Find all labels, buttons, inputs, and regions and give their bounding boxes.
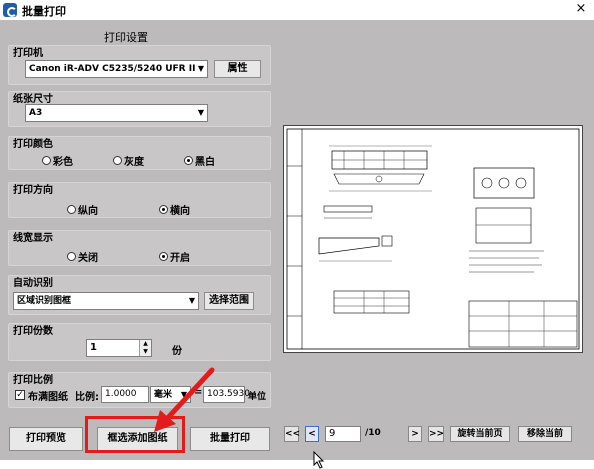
printer-select[interactable]: Canon iR-ADV C5235/5240 UFR II ▼ xyxy=(25,60,208,78)
dialog-body: 打印设置 打印机 Canon iR-ADV C5235/5240 UFR II … xyxy=(0,20,594,469)
cad-drawing-thumbnail xyxy=(286,128,580,350)
color-option-color[interactable]: 彩色 xyxy=(42,153,73,168)
auto-detect-selected: 区域识别图框 xyxy=(17,296,72,306)
copies-label: 打印份数 xyxy=(13,326,53,337)
radio-icon xyxy=(113,156,122,165)
mouse-cursor-icon xyxy=(313,451,325,469)
orientation-label: 打印方向 xyxy=(13,185,53,196)
fit-paper-label: 布满图纸 xyxy=(28,392,68,403)
paper-selected: A3 xyxy=(29,108,43,118)
title-bar: 批量打印 × xyxy=(0,0,594,20)
paper-group: 纸张尺寸 A3 ▼ xyxy=(8,91,271,127)
dropdown-chevron-icon: ▼ xyxy=(197,108,204,117)
radio-selected-icon xyxy=(159,252,168,261)
drawing-preview xyxy=(283,125,583,353)
page-total: /10 xyxy=(365,428,381,438)
printer-selected: Canon iR-ADV C5235/5240 UFR II xyxy=(29,64,196,74)
dropdown-chevron-icon: ▼ xyxy=(197,64,204,73)
ratio-label: 比例: xyxy=(75,392,99,403)
radio-icon xyxy=(67,252,76,261)
auto-detect-select[interactable]: 区域识别图框 ▼ xyxy=(13,292,199,310)
paper-label: 纸张尺寸 xyxy=(13,94,53,105)
copies-group: 打印份数 1 ▲ ▼ 份 xyxy=(8,323,271,361)
select-range-button[interactable]: 选择范围 xyxy=(204,292,254,310)
radio-selected-icon xyxy=(159,205,168,214)
scale-label: 打印比例 xyxy=(13,375,53,386)
spin-arrows-icon[interactable]: ▲ ▼ xyxy=(139,340,151,356)
remove-page-button[interactable]: 移除当前 xyxy=(518,426,572,442)
settings-title: 打印设置 xyxy=(104,31,148,44)
line-width-off[interactable]: 关闭 xyxy=(67,249,98,264)
auto-detect-group: 自动识别 区域识别图框 ▼ 选择范围 xyxy=(8,275,271,315)
fit-paper-checkbox[interactable]: ✓ xyxy=(15,390,25,400)
line-width-on[interactable]: 开启 xyxy=(159,249,190,264)
batch-print-window: 批量打印 × 打印设置 打印机 Canon iR-ADV C5235/5240 … xyxy=(0,0,594,469)
orientation-landscape[interactable]: 横向 xyxy=(159,202,190,217)
color-option-bw[interactable]: 黑白 xyxy=(184,153,215,168)
page-number-input[interactable]: 9 xyxy=(325,426,361,442)
first-page-button[interactable]: << xyxy=(284,426,300,442)
color-group: 打印颜色 彩色 灰度 黑白 xyxy=(8,136,271,170)
scale-group: 打印比例 ✓ 布满图纸 比例: 1.0000 毫米 ▼ = 103.5930 单… xyxy=(8,372,271,408)
red-annotation-arrow xyxy=(154,367,215,432)
printer-label: 打印机 xyxy=(13,48,43,59)
last-page-button[interactable]: >> xyxy=(428,426,444,442)
close-icon[interactable]: × xyxy=(574,1,588,17)
copies-stepper[interactable]: 1 ▲ ▼ xyxy=(86,339,152,357)
app-logo-icon xyxy=(3,3,17,17)
rotate-page-button[interactable]: 旋转当前页 xyxy=(450,426,510,442)
radio-icon xyxy=(42,156,51,165)
line-width-group: 线宽显示 关闭 开启 xyxy=(8,230,271,266)
copies-unit: 份 xyxy=(172,346,182,357)
ratio-input[interactable]: 1.0000 xyxy=(101,386,149,403)
properties-button[interactable]: 属性 xyxy=(214,60,261,78)
printer-group: 打印机 Canon iR-ADV C5235/5240 UFR II ▼ 属性 xyxy=(8,45,271,85)
window-title: 批量打印 xyxy=(22,5,66,18)
color-option-gray[interactable]: 灰度 xyxy=(113,153,144,168)
auto-detect-label: 自动识别 xyxy=(13,278,53,289)
prev-page-button[interactable]: < xyxy=(305,426,319,442)
radio-selected-icon xyxy=(184,156,193,165)
print-preview-button[interactable]: 打印预览 xyxy=(9,427,83,451)
line-width-label: 线宽显示 xyxy=(13,233,53,244)
unit-label: 单位 xyxy=(248,392,267,402)
color-label: 打印颜色 xyxy=(13,139,53,150)
orientation-group: 打印方向 纵向 横向 xyxy=(8,182,271,218)
radio-icon xyxy=(67,205,76,214)
orientation-portrait[interactable]: 纵向 xyxy=(67,202,98,217)
paper-select[interactable]: A3 ▼ xyxy=(25,104,208,122)
copies-value: 1 xyxy=(90,342,97,353)
dropdown-chevron-icon: ▼ xyxy=(188,296,195,305)
next-page-button[interactable]: > xyxy=(408,426,422,442)
